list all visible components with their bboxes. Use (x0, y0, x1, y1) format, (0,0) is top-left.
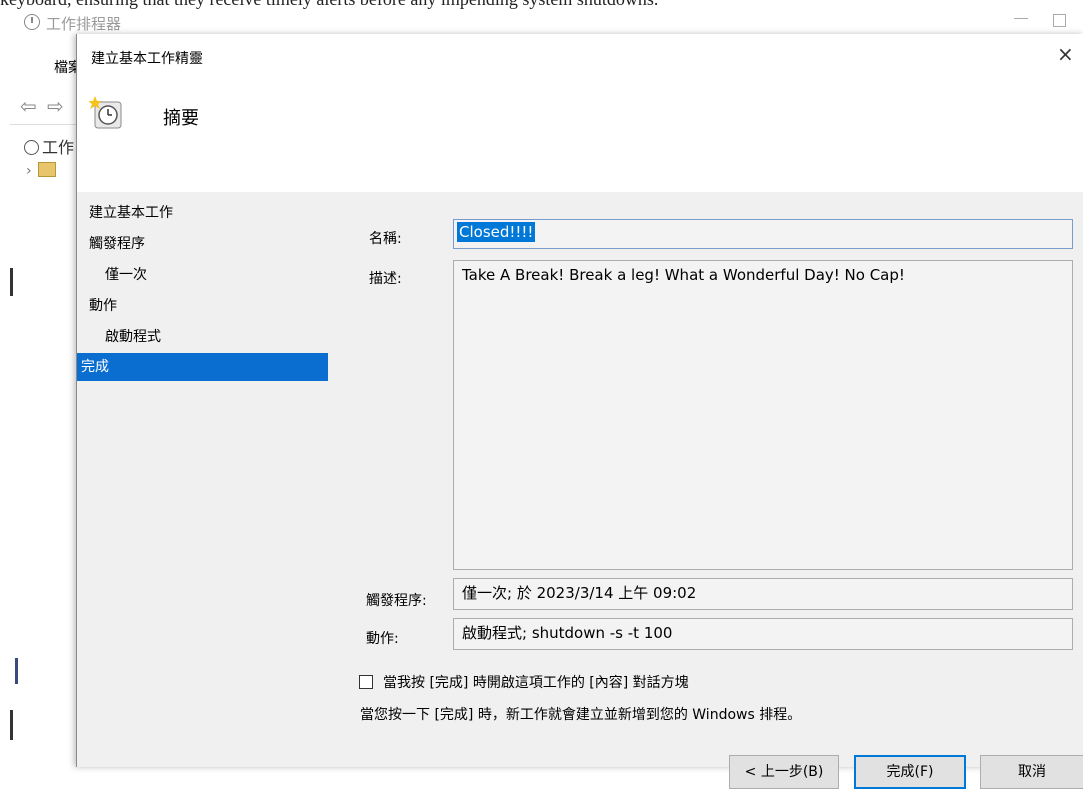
name-field[interactable]: Closed!!!! (453, 219, 1073, 249)
trigger-field[interactable]: 僅一次; 於 2023/3/14 上午 09:02 (453, 578, 1073, 610)
minimize-icon[interactable] (1014, 18, 1028, 19)
step-start-program[interactable]: 啟動程式 (77, 322, 337, 353)
action-field[interactable]: 啟動程式; shutdown -s -t 100 (453, 618, 1073, 650)
tree-item-label: 工作 (42, 138, 75, 157)
clock-icon (24, 14, 40, 30)
wizard-heading: 摘要 (163, 108, 199, 129)
step-create-basic-task[interactable]: 建立基本工作 (77, 198, 337, 229)
window-edge (15, 658, 18, 684)
step-action[interactable]: 動作 (77, 291, 337, 322)
scheduled-task-icon (89, 96, 122, 129)
step-finish[interactable]: 完成 (77, 353, 328, 381)
cancel-button[interactable]: 取消 (980, 755, 1083, 789)
close-icon[interactable]: × (1057, 44, 1074, 64)
tree-item-library[interactable]: › (26, 162, 56, 179)
dialog-title: 建立基本工作精靈 (91, 51, 203, 67)
description-label: 描述: (369, 271, 402, 287)
description-field[interactable]: Take A Break! Break a leg! What a Wonder… (453, 260, 1073, 570)
window-edge (10, 268, 13, 296)
finish-button[interactable]: 完成(F) (854, 755, 966, 789)
clock-icon (24, 140, 39, 155)
back-button[interactable]: < 上一步(B) (729, 755, 839, 789)
wizard-body: 建立基本工作 觸發程序 僅一次 動作 啟動程式 完成 名稱: Closed!!!… (77, 192, 1083, 789)
wizard-steps: 建立基本工作 觸發程序 僅一次 動作 啟動程式 完成 (77, 198, 337, 381)
folder-icon (37, 162, 56, 177)
tree-item-task-scheduler[interactable]: 工作 (24, 134, 74, 158)
open-properties-label[interactable]: 當我按 [完成] 時開啟這項工作的 [內容] 對話方塊 (383, 672, 689, 692)
step-trigger[interactable]: 觸發程序 (77, 229, 337, 260)
create-basic-task-wizard: 建立基本工作精靈 × 摘要 建立基本工作 觸發程序 僅一次 動作 啟動程式 完成… (76, 34, 1083, 789)
name-label: 名稱: (369, 231, 402, 247)
window-edge (10, 710, 13, 740)
action-label: 動作: (366, 631, 399, 647)
back-forward-icon[interactable]: ⇦ ⇨ (20, 94, 66, 118)
step-one-time[interactable]: 僅一次 (77, 260, 337, 291)
divider (10, 124, 80, 125)
finish-info-text: 當您按一下 [完成] 時，新工作就會建立並新增到您的 Windows 排程。 (360, 707, 802, 723)
chevron-right-icon[interactable]: › (26, 163, 32, 179)
trigger-label: 觸發程序: (366, 593, 427, 609)
name-value: Closed!!!! (457, 222, 536, 242)
maximize-icon[interactable] (1053, 14, 1066, 27)
task-scheduler-title: 工作排程器 (46, 15, 122, 33)
wizard-header: 摘要 (77, 74, 1083, 192)
open-properties-checkbox[interactable] (359, 675, 373, 689)
